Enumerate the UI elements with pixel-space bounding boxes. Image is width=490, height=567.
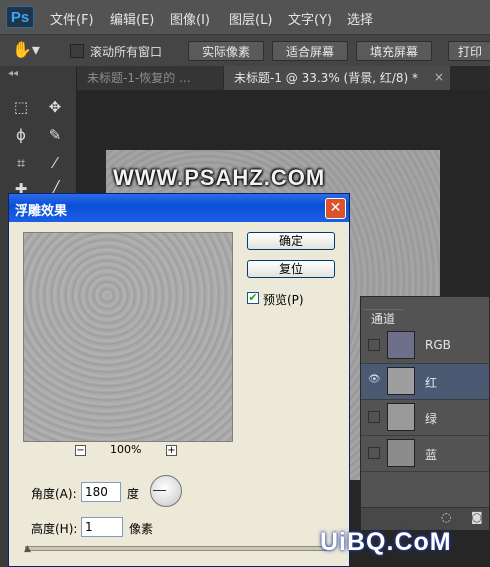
- visibility-toggle[interactable]: [368, 447, 380, 459]
- menu-type[interactable]: 文字(Y): [288, 9, 332, 28]
- options-bar: ✋▾ 滚动所有窗口 实际像素 适合屏幕 填充屏幕 打印: [0, 34, 490, 68]
- channel-row-green[interactable]: 绿: [361, 400, 489, 436]
- print-size-button[interactable]: 打印: [448, 41, 490, 61]
- height-input[interactable]: 1: [81, 517, 123, 537]
- actual-pixels-button[interactable]: 实际像素: [188, 41, 264, 61]
- height-slider[interactable]: ▲: [24, 544, 327, 554]
- visibility-toggle[interactable]: [368, 411, 380, 423]
- slider-thumb[interactable]: ▲: [24, 544, 31, 554]
- preview-label: 预览(P): [263, 293, 304, 307]
- scroll-all-checkbox[interactable]: [70, 44, 84, 58]
- menu-image[interactable]: 图像(I): [170, 9, 210, 28]
- channel-label: 蓝: [425, 448, 438, 462]
- angle-dial[interactable]: [150, 475, 182, 507]
- tab-active-document[interactable]: 未标题-1 @ 33.3% (背景, 红/8) *: [224, 66, 450, 90]
- document-tab-bar: 未标题-1-恢复的 ... 未标题-1 @ 33.3% (背景, 红/8) * …: [77, 66, 490, 90]
- channel-thumbnail: [387, 367, 415, 395]
- tab-channels[interactable]: 通道: [363, 309, 403, 329]
- eye-icon[interactable]: 👁: [368, 375, 381, 387]
- close-icon[interactable]: ✕: [325, 198, 346, 219]
- menu-file[interactable]: 文件(F): [50, 9, 94, 28]
- load-selection-icon[interactable]: ◌: [441, 510, 451, 524]
- eyedropper-tool-icon[interactable]: ⁄: [44, 152, 66, 174]
- height-unit: 像素: [129, 522, 154, 536]
- filter-preview[interactable]: [23, 232, 233, 442]
- photoshop-logo: Ps: [6, 6, 34, 28]
- channel-thumbnail: [387, 403, 415, 431]
- ok-button[interactable]: 确定: [247, 232, 335, 250]
- close-tab-icon[interactable]: ×: [434, 70, 444, 84]
- tab-label: 未标题-1-恢复的 ...: [87, 71, 191, 85]
- dialog-title: 浮雕效果: [15, 204, 68, 219]
- channel-label: RGB: [425, 338, 451, 352]
- tab-label: 未标题-1 @ 33.3% (背景, 红/8) *: [234, 71, 419, 85]
- channel-thumbnail: [387, 331, 415, 359]
- angle-label: 角度(A):: [31, 487, 77, 501]
- dial-needle: [153, 490, 166, 491]
- height-label: 高度(H):: [31, 522, 78, 536]
- zoom-in-button[interactable]: +: [166, 445, 177, 456]
- hand-icon[interactable]: ✋▾: [12, 40, 42, 59]
- quick-select-tool-icon[interactable]: ✎: [44, 124, 66, 146]
- menu-bar: Ps 文件(F) 编辑(E) 图像(I) 图层(L) 文字(Y) 选择: [0, 0, 490, 34]
- channel-row-red[interactable]: 👁 红: [361, 364, 489, 400]
- channel-row-rgb[interactable]: RGB: [361, 328, 489, 364]
- lasso-tool-icon[interactable]: ϕ: [10, 124, 32, 146]
- marquee-tool-icon[interactable]: ⬚: [10, 96, 32, 118]
- dialog-titlebar[interactable]: 浮雕效果 ✕: [9, 194, 349, 222]
- channel-row-blue[interactable]: 蓝: [361, 436, 489, 472]
- zoom-out-button[interactable]: −: [75, 445, 86, 456]
- menu-select[interactable]: 选择: [347, 9, 373, 28]
- preview-checkbox[interactable]: ✔: [247, 292, 259, 304]
- reset-button[interactable]: 复位: [247, 260, 335, 278]
- menu-layer[interactable]: 图层(L): [229, 9, 272, 28]
- zoom-level: 100%: [110, 443, 142, 456]
- fit-screen-button[interactable]: 适合屏幕: [272, 41, 348, 61]
- channel-label: 红: [425, 376, 438, 390]
- tab-recovered[interactable]: 未标题-1-恢复的 ...: [77, 66, 223, 90]
- menu-edit[interactable]: 编辑(E): [110, 9, 154, 28]
- channel-thumbnail: [387, 439, 415, 467]
- visibility-toggle[interactable]: [368, 339, 380, 351]
- angle-input[interactable]: 180: [81, 482, 121, 502]
- channels-panel: 通道 RGB 👁 红 绿 蓝 ◌ ◙: [360, 296, 490, 530]
- emboss-dialog: 浮雕效果 ✕ 确定 复位 ✔ 预览(P) − 100% + 角度(A): 180…: [8, 193, 350, 567]
- collapse-icon[interactable]: ◂◂: [8, 68, 18, 79]
- channels-footer: ◌ ◙: [361, 507, 489, 530]
- fill-screen-button[interactable]: 填充屏幕: [356, 41, 432, 61]
- site-watermark: WWW.PSAHZ.COM: [113, 165, 326, 190]
- channel-label: 绿: [425, 412, 438, 426]
- save-selection-icon[interactable]: ◙: [471, 510, 483, 524]
- angle-unit: 度: [127, 487, 140, 501]
- move-tool-icon[interactable]: ✥: [44, 96, 66, 118]
- footer-watermark: UiBQ.CoM: [320, 528, 452, 556]
- scroll-all-label: 滚动所有窗口: [90, 45, 163, 59]
- crop-tool-icon[interactable]: ⌗: [10, 152, 32, 174]
